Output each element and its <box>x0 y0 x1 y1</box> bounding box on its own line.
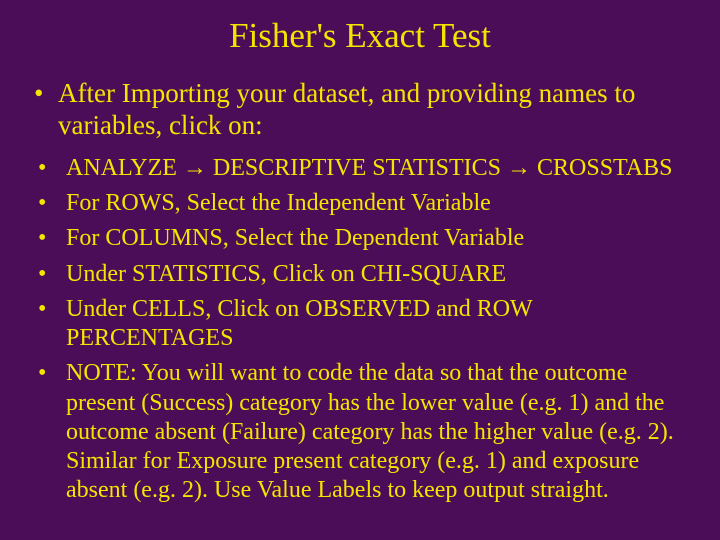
step-rows: For ROWS, Select the Independent Variabl… <box>30 189 690 218</box>
slide: Fisher's Exact Test After Importing your… <box>0 0 720 540</box>
step-text: ANALYZE <box>66 155 183 181</box>
step-columns: For COLUMNS, Select the Dependent Variab… <box>30 224 690 253</box>
arrow-icon: → <box>507 155 531 181</box>
arrow-icon: → <box>183 155 207 181</box>
step-text: DESCRIPTIVE STATISTICS <box>207 155 507 181</box>
step-statistics: Under STATISTICS, Click on CHI-SQUARE <box>30 260 690 289</box>
slide-title: Fisher's Exact Test <box>30 16 690 56</box>
intro-list: After Importing your dataset, and provid… <box>30 78 690 142</box>
step-note: NOTE: You will want to code the data so … <box>30 359 690 505</box>
step-text: CROSSTABS <box>531 155 672 181</box>
steps-list: ANALYZE → DESCRIPTIVE STATISTICS → CROSS… <box>30 154 690 506</box>
step-analyze: ANALYZE → DESCRIPTIVE STATISTICS → CROSS… <box>30 154 690 183</box>
step-cells: Under CELLS, Click on OBSERVED and ROW P… <box>30 295 690 354</box>
intro-bullet: After Importing your dataset, and provid… <box>30 78 690 142</box>
